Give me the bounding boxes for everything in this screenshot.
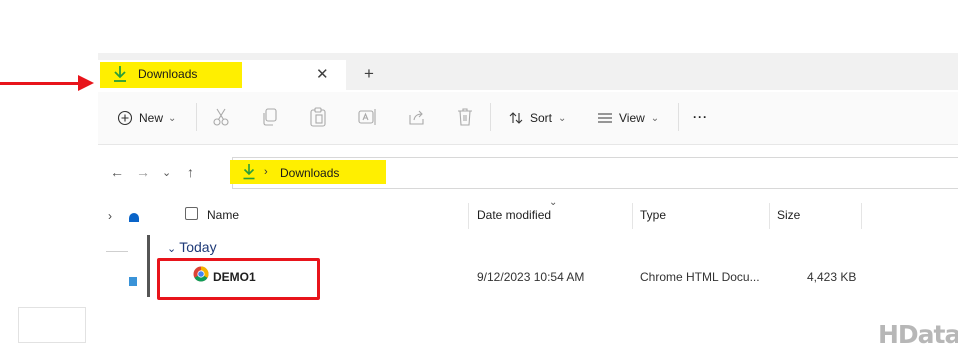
paste-icon[interactable] [307, 106, 329, 128]
chevron-down-icon: ⌄ [167, 243, 177, 255]
column-header-name[interactable]: Name [207, 208, 239, 222]
view-lines-icon [598, 113, 612, 123]
pane-resize-handle[interactable] [147, 235, 150, 297]
chevron-down-icon: ⌄ [558, 112, 567, 124]
sort-arrows-icon [509, 112, 523, 124]
forward-button[interactable]: → [136, 164, 150, 180]
navpane-drive-icon[interactable] [129, 277, 137, 286]
new-button[interactable]: New ⌄ [117, 110, 176, 126]
column-header-date-modified[interactable]: Date modified [477, 208, 551, 222]
file-date-modified: 9/12/2023 10:54 AM [477, 270, 585, 284]
view-button-label: View [619, 111, 645, 125]
group-header-today[interactable]: ⌄ Today [167, 239, 217, 255]
group-label: Today [179, 239, 217, 255]
copy-icon[interactable] [259, 106, 281, 128]
delete-icon[interactable] [454, 106, 476, 128]
tab-title: Downloads [138, 67, 198, 81]
toolbar-divider [678, 103, 679, 131]
download-icon [114, 66, 126, 82]
cut-icon[interactable] [210, 106, 232, 128]
view-button[interactable]: View ⌄ [597, 110, 659, 126]
toolbar-divider [490, 103, 491, 131]
recent-locations-button[interactable]: ⌄ [162, 166, 171, 179]
onedrive-icon[interactable] [129, 213, 139, 222]
column-divider[interactable] [632, 203, 633, 229]
chevron-down-icon: ⌄ [168, 112, 177, 124]
watermark: HData [878, 320, 958, 349]
sort-indicator-icon: ⌄ [549, 197, 558, 208]
sort-button-label: Sort [530, 111, 553, 125]
new-button-label: New [139, 111, 164, 125]
rename-icon[interactable] [356, 106, 378, 128]
more-options-button[interactable]: ··· [693, 110, 708, 124]
column-header-size[interactable]: Size [777, 208, 800, 222]
toolbar-divider [196, 103, 197, 131]
annotation-arrow-shaft [0, 82, 80, 85]
navpane-separator [106, 251, 128, 252]
column-divider[interactable] [769, 203, 770, 229]
back-button[interactable]: ← [110, 164, 124, 180]
navpane-expand-icon[interactable]: › [108, 209, 112, 223]
column-divider[interactable] [861, 203, 862, 229]
annotation-arrow-head [78, 75, 94, 91]
breadcrumb-downloads[interactable]: Downloads [280, 166, 339, 180]
share-icon[interactable] [406, 106, 428, 128]
blank-panel [18, 307, 86, 343]
column-header-type[interactable]: Type [640, 208, 666, 222]
up-button[interactable]: ↑ [187, 164, 194, 180]
annotation-highlight-box [157, 258, 320, 300]
plus-circle-icon [117, 110, 133, 126]
chevron-down-icon: ⌄ [650, 112, 660, 124]
file-type: Chrome HTML Docu... [640, 270, 760, 284]
download-icon [243, 164, 255, 180]
column-divider[interactable] [468, 203, 469, 229]
tab-close-button[interactable]: ✕ [316, 65, 329, 83]
sort-button[interactable]: Sort ⌄ [508, 110, 566, 126]
select-all-checkbox[interactable] [185, 207, 198, 220]
file-size: 4,423 KB [807, 270, 857, 284]
new-tab-button[interactable]: + [364, 64, 374, 84]
breadcrumb-separator: › [264, 166, 268, 178]
